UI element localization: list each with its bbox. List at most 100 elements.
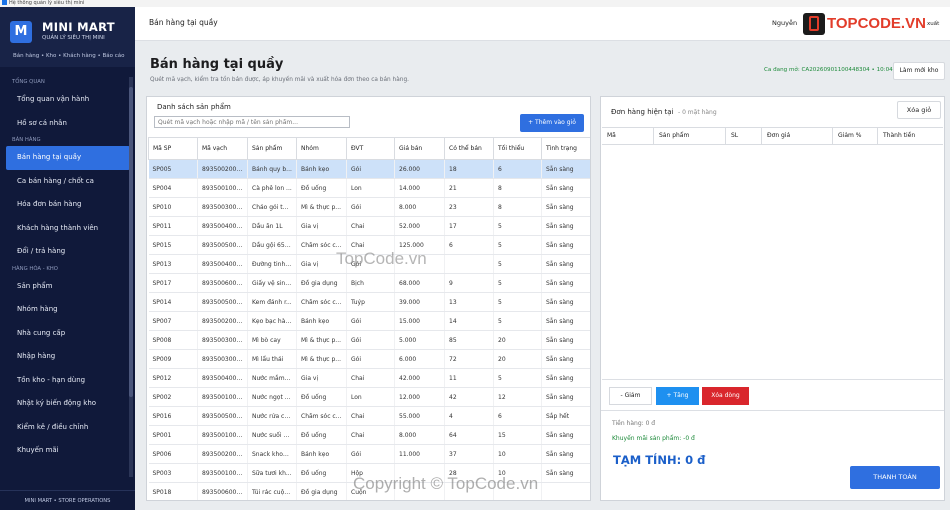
col-header[interactable]: Có thể bán bbox=[444, 137, 494, 160]
table-row[interactable]: SP010 8935003000... Cháo gói th... Mì & thự… bbox=[148, 197, 590, 217]
table-cell: 8935005000... bbox=[197, 292, 248, 312]
table-cell: 8935006000... bbox=[197, 273, 248, 293]
table-row[interactable]: SP008 8935003000... Mì bò cay Mì & thực p..… bbox=[148, 330, 590, 350]
sidebar-item-members[interactable]: Khách hàng thành viên bbox=[6, 217, 130, 241]
sidebar-item-invoices[interactable]: Hóa đơn bán hàng bbox=[6, 193, 130, 217]
sidebar-item-stocktake[interactable]: Kiểm kê / điều chỉnh bbox=[6, 416, 130, 440]
col-header[interactable]: Tình trạng bbox=[541, 137, 590, 160]
increase-qty-button[interactable]: + Tăng bbox=[656, 387, 699, 405]
sidebar-item-products[interactable]: Sản phẩm bbox=[6, 275, 130, 299]
sidebar-item-returns[interactable]: Đổi / trả hàng bbox=[6, 240, 130, 264]
logout-button[interactable]: xuất bbox=[927, 21, 939, 27]
table-cell: SP004 bbox=[148, 178, 198, 198]
col-header[interactable]: Mã vạch bbox=[197, 137, 248, 160]
col-header[interactable]: Đơn giá bbox=[762, 128, 833, 144]
table-cell: Kem đánh r... bbox=[247, 292, 297, 312]
table-cell: 21 bbox=[444, 178, 494, 198]
table-cell: Sẵn sàng bbox=[541, 425, 590, 445]
col-header[interactable]: SL bbox=[726, 128, 762, 144]
table-cell: 14 bbox=[444, 311, 494, 331]
table-cell: SP011 bbox=[148, 216, 198, 236]
decrease-qty-button[interactable]: - Giảm bbox=[609, 387, 652, 405]
product-search-input[interactable] bbox=[154, 116, 350, 128]
table-cell: 20 bbox=[493, 349, 542, 369]
topcode-logo-icon bbox=[803, 13, 825, 35]
table-cell: 8935002000... bbox=[197, 311, 248, 331]
table-cell: Kẹo bạc hà ... bbox=[247, 311, 297, 331]
sidebar-item-stock-log[interactable]: Nhật ký biến động kho bbox=[6, 392, 130, 416]
table-cell: SP016 bbox=[148, 406, 198, 426]
sidebar-item-purchasing[interactable]: Nhập hàng bbox=[6, 345, 130, 369]
sidebar-item-suppliers[interactable]: Nhà cung cấp bbox=[6, 322, 130, 346]
header-user-name[interactable]: Nguyễn bbox=[772, 19, 797, 27]
table-cell: Gia vị bbox=[296, 216, 347, 236]
table-cell: 5 bbox=[493, 368, 542, 388]
sidebar-item-pos[interactable]: Bán hàng tại quầy bbox=[6, 146, 130, 170]
sidebar-item-profile[interactable]: Hồ sơ cá nhân bbox=[6, 112, 130, 136]
table-row[interactable]: SP006 8935002000... Snack khoai... Bánh kẹo… bbox=[148, 444, 590, 464]
table-cell: Sẵn sàng bbox=[541, 292, 590, 312]
table-cell: Chăm sóc c... bbox=[296, 292, 347, 312]
table-cell: Sẵn sàng bbox=[541, 387, 590, 407]
divider bbox=[601, 410, 944, 411]
table-row[interactable]: SP014 8935005000... Kem đánh r... Chăm sóc … bbox=[148, 292, 590, 312]
sidebar-section-sales: BÁN HÀNG bbox=[12, 137, 41, 143]
col-header[interactable]: ĐVT bbox=[346, 137, 395, 160]
table-cell: Gói bbox=[346, 159, 395, 179]
goods-total: Tiền hàng: 0 đ bbox=[612, 420, 656, 427]
table-cell: Cháo gói th... bbox=[247, 197, 297, 217]
table-cell: 8 bbox=[493, 197, 542, 217]
table-row[interactable]: SP009 8935003000... Mì lẩu thái Mì & thực p… bbox=[148, 349, 590, 369]
table-cell: Sẵn sàng bbox=[541, 349, 590, 369]
table-cell: Sẵn sàng bbox=[541, 368, 590, 388]
table-cell: 5 bbox=[493, 216, 542, 236]
product-table-header: Mã SP Mã vạch Sản phẩm Nhóm ĐVT Giá bán … bbox=[148, 137, 590, 160]
clear-cart-button[interactable]: Xóa giỏ bbox=[897, 101, 941, 119]
delete-line-button[interactable]: Xóa dòng bbox=[702, 387, 749, 405]
col-header[interactable]: Mã SP bbox=[148, 137, 198, 160]
table-cell: Dầu ăn 1L bbox=[247, 216, 297, 236]
col-header[interactable]: Sản phẩm bbox=[654, 128, 726, 144]
sidebar-scroll-thumb[interactable] bbox=[129, 87, 133, 397]
col-header[interactable]: Mã bbox=[602, 128, 654, 144]
promotion-discount: Khuyến mãi sản phẩm: -0 đ bbox=[612, 435, 695, 442]
table-cell: Giấy vệ sinh... bbox=[247, 273, 297, 293]
col-header[interactable]: Giảm % bbox=[833, 128, 878, 144]
table-row[interactable]: SP005 8935002000... Bánh quy b... Bánh kẹo G… bbox=[148, 159, 590, 179]
col-header[interactable]: Thành tiền bbox=[878, 128, 943, 144]
table-cell: Nước ngọt ... bbox=[247, 387, 297, 407]
table-row[interactable]: SP001 8935001000... Nước suối 5... Đồ uống C… bbox=[148, 425, 590, 445]
table-row[interactable]: SP007 8935002000... Kẹo bạc hà ... Bánh kẹo… bbox=[148, 311, 590, 331]
col-header[interactable]: Sản phẩm bbox=[247, 137, 297, 160]
col-header[interactable]: Giá bán bbox=[394, 137, 445, 160]
col-header[interactable]: Nhóm bbox=[296, 137, 347, 160]
table-row[interactable]: SP016 8935005000... Nước rửa ch... Chăm sóc… bbox=[148, 406, 590, 426]
table-row[interactable]: SP004 8935001000... Cà phê lon ... Đồ uống L… bbox=[148, 178, 590, 198]
table-row[interactable]: SP012 8935004000... Nước mắm ... Gia vị Chai… bbox=[148, 368, 590, 388]
sidebar-item-categories[interactable]: Nhóm hàng bbox=[6, 298, 130, 322]
table-row[interactable]: SP017 8935006000... Giấy vệ sinh... Đồ gia … bbox=[148, 273, 590, 293]
table-cell: 52.000 bbox=[394, 216, 445, 236]
brand-nav-text: Bán hàng • Kho • Khách hàng • Báo cáo bbox=[13, 53, 125, 59]
sidebar-item-overview[interactable]: Tổng quan vận hành bbox=[6, 88, 130, 112]
col-header[interactable]: Tối thiểu bbox=[493, 137, 542, 160]
add-to-cart-button[interactable]: + Thêm vào giỏ bbox=[520, 114, 584, 132]
table-cell: 17 bbox=[444, 216, 494, 236]
sidebar-item-stock-expiry[interactable]: Tồn kho - hạn dùng bbox=[6, 369, 130, 393]
table-cell: Nước rửa ch... bbox=[247, 406, 297, 426]
brand-subtitle: QUẢN LÝ SIÊU THỊ MINI bbox=[42, 35, 105, 41]
checkout-button[interactable]: THANH TOÁN bbox=[850, 466, 940, 489]
product-table-container[interactable]: Mã SP Mã vạch Sản phẩm Nhóm ĐVT Giá bán … bbox=[148, 137, 590, 500]
table-cell: SP003 bbox=[148, 463, 198, 483]
table-cell: Bánh kẹo bbox=[296, 159, 347, 179]
center-watermark: TopCode.vn bbox=[336, 249, 427, 268]
table-cell: SP001 bbox=[148, 425, 198, 445]
table-cell: 15 bbox=[493, 425, 542, 445]
table-row[interactable]: SP011 8935004000... Dầu ăn 1L Gia vị Chai 52.… bbox=[148, 216, 590, 236]
sidebar-item-shift[interactable]: Ca bán hàng / chốt ca bbox=[6, 170, 130, 194]
cart-table[interactable]: Mã Sản phẩm SL Đơn giá Giảm % Thành tiền bbox=[602, 127, 943, 380]
table-row[interactable]: SP002 8935001000... Nước ngọt ... Đồ uống Lo… bbox=[148, 387, 590, 407]
refresh-stock-button[interactable]: Làm mới kho bbox=[893, 62, 945, 80]
table-cell: SP005 bbox=[148, 159, 198, 179]
sidebar-item-promotions[interactable]: Khuyến mãi bbox=[6, 439, 130, 463]
